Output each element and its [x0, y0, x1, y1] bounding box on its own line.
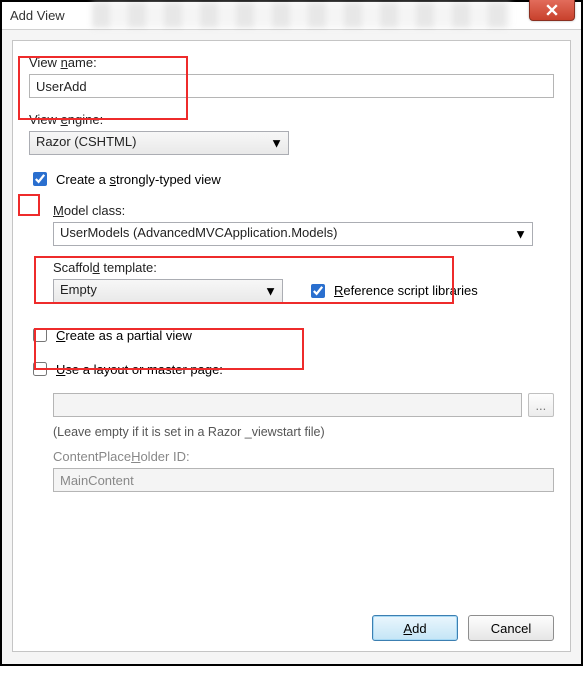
- strongly-typed-checkbox[interactable]: [33, 172, 47, 186]
- reference-libs-label: Reference script libraries: [334, 283, 478, 298]
- view-engine-label: View engine:: [29, 112, 554, 127]
- layout-path-input: [53, 393, 522, 417]
- ellipsis-icon: ...: [535, 398, 546, 413]
- scaffold-group: Scaffold template: Empty ▼: [53, 260, 283, 303]
- browse-button[interactable]: ...: [528, 393, 554, 417]
- use-layout-row: Use a layout or master page:: [29, 359, 554, 379]
- model-class-value: UserModels (AdvancedMVCApplication.Model…: [53, 222, 533, 246]
- model-class-group: Model class: UserModels (AdvancedMVCAppl…: [53, 203, 554, 246]
- cph-input: [53, 468, 554, 492]
- scaffold-label: Scaffold template:: [53, 260, 283, 275]
- partial-view-label: Create as a partial view: [56, 328, 192, 343]
- view-name-label: View name:: [29, 55, 554, 70]
- dialog-panel: View name: View engine: Razor (CSHTML) ▼…: [12, 40, 571, 652]
- model-class-combo[interactable]: UserModels (AdvancedMVCApplication.Model…: [53, 222, 533, 246]
- scaffold-combo[interactable]: Empty ▼: [53, 279, 283, 303]
- use-layout-checkbox[interactable]: [33, 362, 47, 376]
- view-name-input[interactable]: [29, 74, 554, 98]
- cancel-button[interactable]: Cancel: [468, 615, 554, 641]
- scaffold-row: Scaffold template: Empty ▼ Reference scr…: [53, 260, 554, 303]
- view-engine-combo[interactable]: Razor (CSHTML) ▼: [29, 131, 289, 155]
- view-engine-value: Razor (CSHTML): [29, 131, 289, 155]
- add-button[interactable]: Add: [372, 615, 458, 641]
- model-class-label: Model class:: [53, 203, 554, 218]
- strongly-typed-label: Create a strongly-typed view: [56, 172, 221, 187]
- use-layout-label: Use a layout or master page:: [56, 362, 223, 377]
- layout-path-group: ... (Leave empty if it is set in a Razor…: [53, 393, 554, 492]
- reference-libs-row: Reference script libraries: [307, 281, 478, 301]
- partial-view-checkbox[interactable]: [33, 328, 47, 342]
- scaffold-value: Empty: [53, 279, 283, 303]
- window-title: Add View: [2, 8, 65, 23]
- partial-view-row: Create as a partial view: [29, 325, 554, 345]
- close-icon: [546, 4, 558, 16]
- titlebar: Add View: [2, 2, 581, 30]
- background-blur: [92, 2, 511, 28]
- view-name-group: View name:: [29, 55, 554, 98]
- view-engine-group: View engine: Razor (CSHTML) ▼: [29, 112, 554, 155]
- strongly-typed-row: Create a strongly-typed view: [29, 169, 554, 189]
- reference-libs-checkbox[interactable]: [311, 284, 325, 298]
- cph-label: ContentPlaceHolder ID:: [53, 449, 554, 464]
- layout-hint: (Leave empty if it is set in a Razor _vi…: [53, 425, 554, 439]
- close-button[interactable]: [529, 0, 575, 21]
- button-row: Add Cancel: [372, 615, 554, 641]
